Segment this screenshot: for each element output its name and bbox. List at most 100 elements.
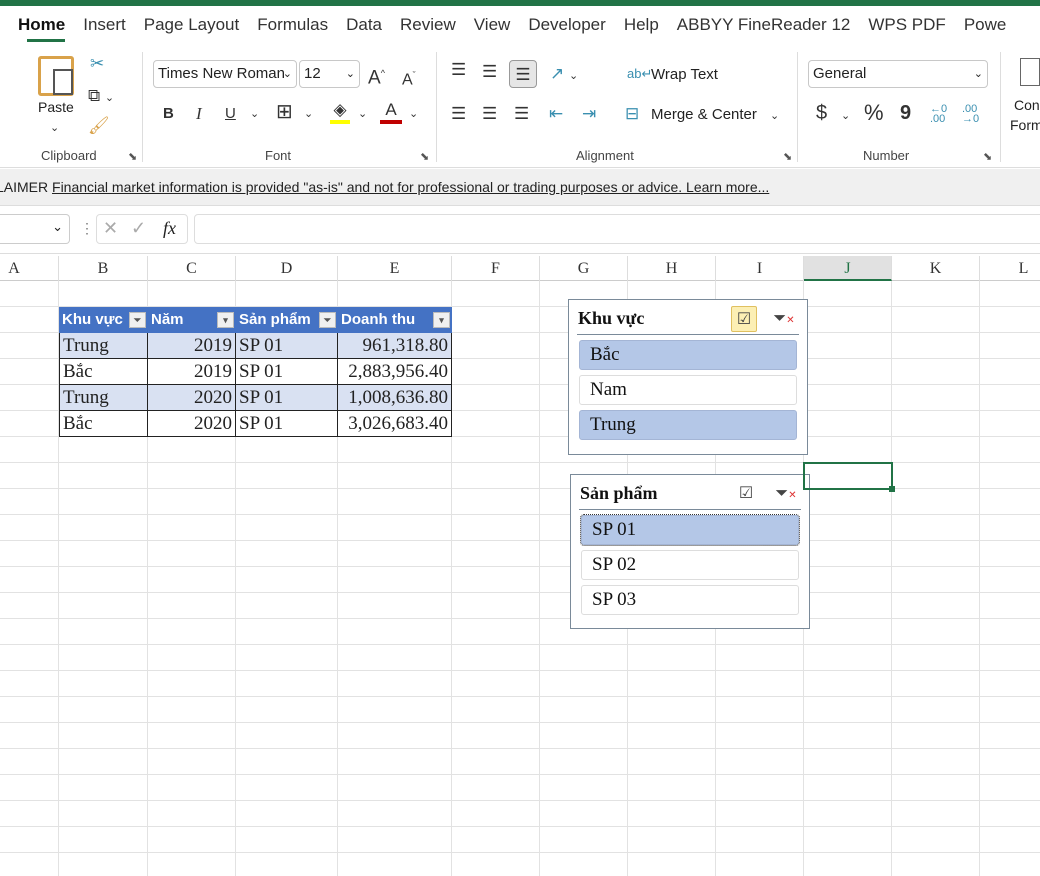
table-cell[interactable]: Bắc <box>59 359 148 385</box>
slicer-item[interactable]: Nam <box>579 375 797 405</box>
table-cell[interactable]: SP 01 <box>236 359 338 385</box>
filter-dropdown-icon[interactable]: ▾ <box>433 312 450 328</box>
column-header-A[interactable]: A <box>0 256 59 281</box>
conditional-formatting-label-2[interactable]: Form <box>1010 117 1040 133</box>
merge-center-button[interactable]: Merge & Center <box>651 106 757 123</box>
number-format-select[interactable]: General ⌄ <box>808 60 988 88</box>
increase-indent-icon[interactable]: ⇥ <box>582 104 596 124</box>
underline-button[interactable]: U <box>225 104 236 124</box>
font-size-select[interactable]: 12 ⌄ <box>299 60 360 88</box>
merge-center-icon[interactable]: ⊟ <box>625 104 639 124</box>
align-right-icon[interactable]: ☰ <box>514 104 529 124</box>
tab-help[interactable]: Help <box>615 6 668 44</box>
table-cell[interactable]: 3,026,683.40 <box>338 411 452 437</box>
decrease-decimal-icon[interactable]: .00 →0 <box>962 104 979 125</box>
paste-icon[interactable] <box>38 56 74 96</box>
tab-wps-pdf[interactable]: WPS PDF <box>859 6 954 44</box>
more-icon[interactable]: ⋮ <box>80 220 94 237</box>
tab-home[interactable]: Home <box>9 6 74 44</box>
clear-filter-icon[interactable]: ⏷✕ <box>773 481 799 507</box>
slicer-item[interactable]: SP 03 <box>581 585 799 615</box>
table-cell[interactable]: 2019 <box>148 333 236 359</box>
comma-style-button[interactable]: 9 <box>900 103 911 123</box>
tab-view[interactable]: View <box>465 6 520 44</box>
chevron-down-icon[interactable]: ⌄ <box>841 106 850 126</box>
conditional-formatting-label[interactable]: Con <box>1014 97 1040 113</box>
tab-power[interactable]: Powe <box>955 6 1016 44</box>
table-cell[interactable]: SP 01 <box>236 385 338 411</box>
multi-select-icon[interactable]: ☑ <box>733 481 759 507</box>
table-cell[interactable]: Trung <box>59 333 148 359</box>
slicer-item[interactable]: SP 02 <box>581 550 799 580</box>
column-header-B[interactable]: B <box>59 256 148 281</box>
tab-developer[interactable]: Developer <box>519 6 615 44</box>
tab-page-layout[interactable]: Page Layout <box>135 6 248 44</box>
column-header-F[interactable]: F <box>452 256 540 281</box>
dialog-launcher-icon[interactable]: ⬊ <box>983 150 992 163</box>
bold-button[interactable]: B <box>163 104 174 124</box>
filter-applied-icon[interactable]: ⏷ <box>319 312 336 328</box>
column-header-G[interactable]: G <box>540 256 628 281</box>
column-header-E[interactable]: E <box>338 256 452 281</box>
insert-function-button[interactable]: fx <box>163 218 176 239</box>
slicer-item[interactable]: Bắc <box>579 340 797 370</box>
chevron-down-icon[interactable]: ⌄ <box>304 104 313 124</box>
align-bottom-icon[interactable]: ☰ <box>509 60 537 88</box>
tab-formulas[interactable]: Formulas <box>248 6 337 44</box>
active-cell-J9[interactable] <box>803 462 895 492</box>
chevron-down-icon[interactable]: ⌄ <box>770 106 779 126</box>
column-header-H[interactable]: H <box>628 256 716 281</box>
filter-dropdown-icon[interactable]: ▾ <box>217 312 234 328</box>
align-top-icon[interactable]: ☰ <box>451 60 466 80</box>
column-header-K[interactable]: K <box>892 256 980 281</box>
tab-abbyy[interactable]: ABBYY FineReader 12 <box>668 6 860 44</box>
decrease-font-icon[interactable]: Aˇ <box>402 65 416 90</box>
chevron-down-icon[interactable]: ⌄ <box>358 104 367 124</box>
cancel-icon[interactable]: ✕ <box>103 218 118 239</box>
increase-decimal-icon[interactable]: ←0.00 <box>930 104 947 125</box>
name-box[interactable]: ⌄ <box>0 214 70 244</box>
message-link[interactable]: Financial market information is provided… <box>52 179 769 195</box>
multi-select-icon[interactable]: ☑ <box>731 306 757 332</box>
column-header-D[interactable]: D <box>236 256 338 281</box>
copy-icon[interactable]: ⧉ ⌄ <box>88 86 114 108</box>
fill-color-icon[interactable]: ◈ <box>330 100 350 124</box>
increase-font-icon[interactable]: A^ <box>368 63 385 88</box>
paste-button[interactable]: Paste <box>38 99 74 115</box>
font-name-select[interactable]: Times New Roman ⌄ <box>153 60 297 88</box>
column-header-L[interactable]: L <box>980 256 1040 281</box>
slicer-item[interactable]: SP 01 <box>580 514 800 546</box>
table-cell[interactable]: 2,883,956.40 <box>338 359 452 385</box>
slicer-item[interactable]: Trung <box>579 410 797 440</box>
align-left-icon[interactable]: ☰ <box>451 104 466 124</box>
table-cell[interactable]: 961,318.80 <box>338 333 452 359</box>
conditional-formatting-icon[interactable] <box>1020 58 1040 86</box>
dialog-launcher-icon[interactable]: ⬊ <box>420 150 429 163</box>
dialog-launcher-icon[interactable]: ⬊ <box>128 150 137 163</box>
clear-filter-icon[interactable]: ⏷✕ <box>771 306 797 332</box>
wrap-text-button[interactable]: Wrap Text <box>651 66 718 83</box>
formula-input[interactable] <box>194 214 1040 244</box>
chevron-down-icon[interactable]: ⌄ <box>50 118 59 138</box>
cut-icon[interactable]: ✂ <box>90 54 104 74</box>
percent-button[interactable]: % <box>864 102 884 124</box>
orientation-icon[interactable]: ↗ ⌄ <box>550 64 578 86</box>
chevron-down-icon[interactable]: ⌄ <box>409 104 418 124</box>
table-cell[interactable]: 2020 <box>148 385 236 411</box>
chevron-down-icon[interactable]: ⌄ <box>52 219 63 235</box>
tab-review[interactable]: Review <box>391 6 465 44</box>
align-middle-icon[interactable]: ☰ <box>482 62 497 82</box>
table-cell[interactable]: 1,008,636.80 <box>338 385 452 411</box>
filter-applied-icon[interactable]: ⏷ <box>129 312 146 328</box>
column-header-I[interactable]: I <box>716 256 804 281</box>
slicer-san-pham[interactable]: Sản phẩm ☑ ⏷✕ SP 01 SP 02 SP 03 <box>570 474 810 629</box>
table-cell[interactable]: SP 01 <box>236 411 338 437</box>
font-color-icon[interactable]: A <box>380 100 402 124</box>
table-cell[interactable]: 2020 <box>148 411 236 437</box>
dialog-launcher-icon[interactable]: ⬊ <box>783 150 792 163</box>
tab-data[interactable]: Data <box>337 6 391 44</box>
column-header-C[interactable]: C <box>148 256 236 281</box>
format-painter-icon[interactable]: 🖌 <box>88 116 110 136</box>
enter-icon[interactable]: ✓ <box>131 218 146 239</box>
table-cell[interactable]: 2019 <box>148 359 236 385</box>
